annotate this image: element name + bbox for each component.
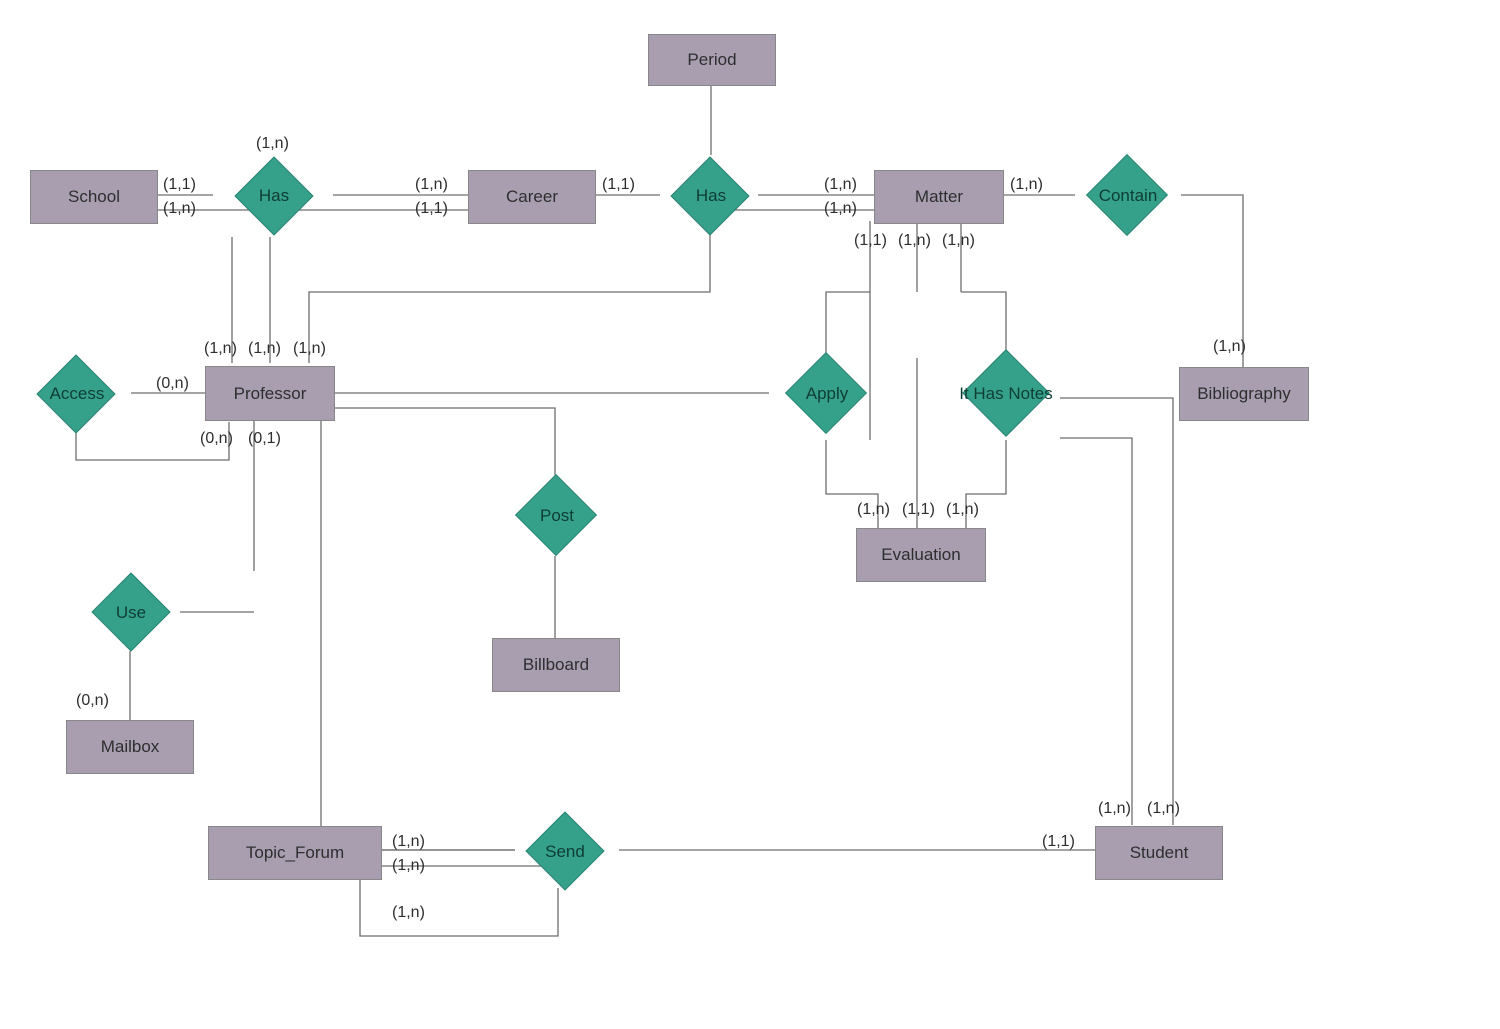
card: (1,n): [946, 501, 979, 519]
card: (1,n): [1098, 800, 1131, 818]
card: (1,n): [293, 340, 326, 358]
entity-billboard: Billboard: [492, 638, 620, 692]
entity-label: Topic_Forum: [246, 843, 344, 863]
rel-has-1: [234, 156, 313, 235]
card: (1,n): [898, 232, 931, 250]
card: (1,n): [857, 501, 890, 519]
card: (1,1): [1042, 833, 1075, 851]
card: (1,n): [248, 340, 281, 358]
card: (1,n): [1213, 338, 1246, 356]
rel-post: [515, 474, 597, 556]
card: (1,n): [256, 135, 289, 153]
entity-label: Bibliography: [1197, 384, 1291, 404]
card: (1,1): [854, 232, 887, 250]
entity-student: Student: [1095, 826, 1223, 880]
card: (1,n): [942, 232, 975, 250]
card: (0,1): [248, 430, 281, 448]
entity-professor: Professor: [205, 366, 335, 421]
card: (1,n): [415, 176, 448, 194]
rel-contain: [1086, 154, 1168, 236]
entity-label: Career: [506, 187, 558, 207]
entity-mailbox: Mailbox: [66, 720, 194, 774]
card: (1,n): [392, 833, 425, 851]
entity-label: Billboard: [523, 655, 589, 675]
entity-matter: Matter: [874, 170, 1004, 224]
entity-career: Career: [468, 170, 596, 224]
card: (0,n): [76, 692, 109, 710]
entity-label: Matter: [915, 187, 963, 207]
entity-label: Evaluation: [881, 545, 960, 565]
card: (1,n): [1147, 800, 1180, 818]
entity-label: Professor: [234, 384, 307, 404]
er-diagram: School Career Period Matter Bibliography…: [0, 0, 1500, 1029]
card: (1,1): [415, 200, 448, 218]
entity-evaluation: Evaluation: [856, 528, 986, 582]
card: (1,n): [392, 857, 425, 875]
card: (1,n): [824, 200, 857, 218]
card: (1,1): [163, 176, 196, 194]
rel-apply: [785, 352, 867, 434]
card: (1,n): [204, 340, 237, 358]
rel-send: [525, 811, 604, 890]
entity-bibliography: Bibliography: [1179, 367, 1309, 421]
rel-has-2: [670, 156, 749, 235]
card: (1,n): [163, 200, 196, 218]
rel-it-has-notes: [962, 349, 1050, 437]
card: (1,1): [602, 176, 635, 194]
entity-label: Period: [687, 50, 736, 70]
entity-period: Period: [648, 34, 776, 86]
rel-use: [91, 572, 170, 651]
card: (1,1): [902, 501, 935, 519]
card: (0,n): [200, 430, 233, 448]
card: (1,n): [1010, 176, 1043, 194]
rel-access: [36, 354, 115, 433]
entity-school: School: [30, 170, 158, 224]
entity-label: Student: [1130, 843, 1189, 863]
entity-label: Mailbox: [101, 737, 160, 757]
card: (1,n): [824, 176, 857, 194]
entity-label: School: [68, 187, 120, 207]
card: (0,n): [156, 375, 189, 393]
entity-topic-forum: Topic_Forum: [208, 826, 382, 880]
card: (1,n): [392, 904, 425, 922]
